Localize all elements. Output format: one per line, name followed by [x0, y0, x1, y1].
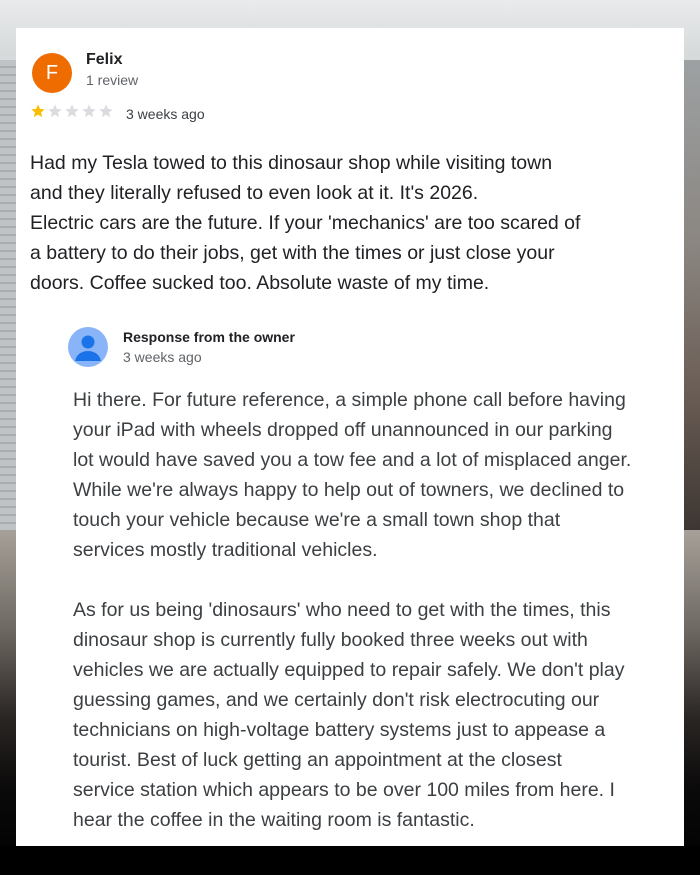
star-icon [65, 104, 79, 118]
star-icon [82, 104, 96, 118]
background-building-right [684, 60, 700, 530]
reviewer-name[interactable]: Felix [86, 51, 122, 69]
bottom-black-bar [0, 846, 700, 875]
owner-response-label: Response from the owner [123, 329, 295, 345]
star-icon [99, 104, 113, 118]
review-count: 1 review [86, 72, 139, 88]
owner-response-text: Hi there. For future reference, a simple… [73, 389, 632, 831]
star-icon [48, 104, 62, 118]
owner-avatar [68, 327, 108, 367]
review-card: F Felix 1 review 3 weeks ago Had my Tesl… [16, 28, 684, 846]
person-icon [75, 335, 101, 361]
review-timestamp: 3 weeks ago [126, 106, 205, 122]
star-icon [31, 104, 45, 118]
reviewer-avatar[interactable]: F [32, 53, 72, 93]
background-building-left [0, 60, 16, 530]
review-text: Had my Tesla towed to this dinosaur shop… [30, 152, 581, 294]
owner-response-timestamp: 3 weeks ago [123, 349, 202, 365]
star-rating [30, 103, 115, 119]
avatar-letter: F [45, 61, 59, 84]
